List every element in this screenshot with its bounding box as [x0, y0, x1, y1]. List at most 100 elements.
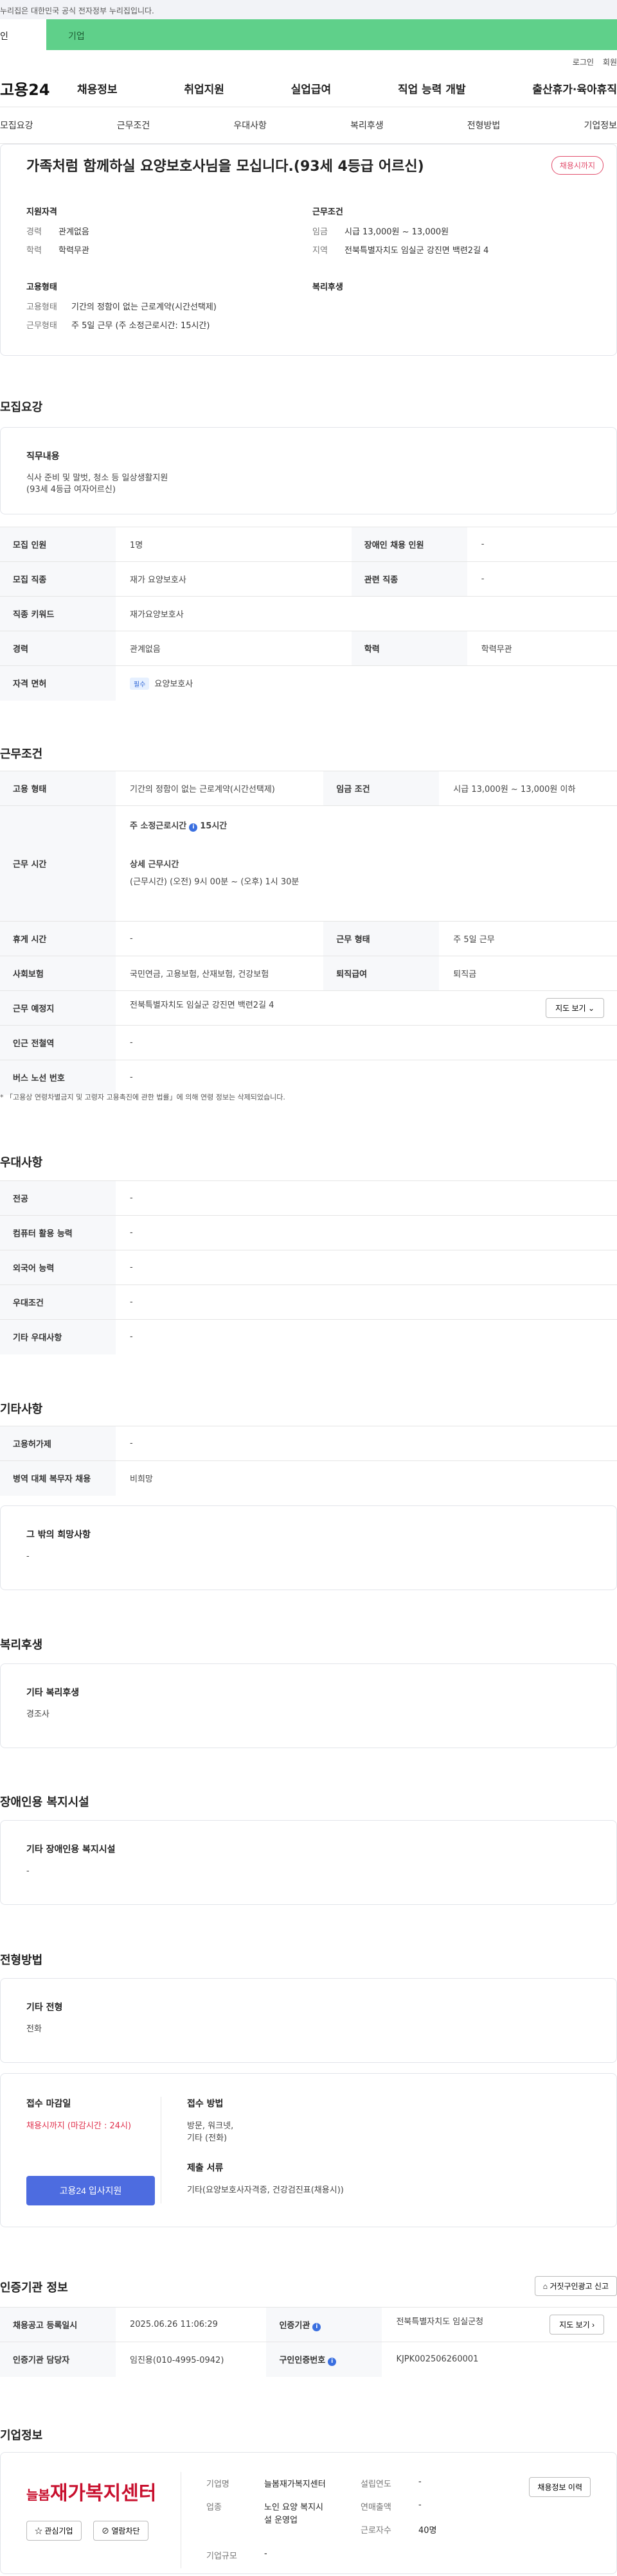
tab-company[interactable]: 기업 — [46, 19, 617, 50]
gov-notice: 누리집은 대한민국 공식 전자정부 누리집입니다. — [0, 6, 154, 15]
cell-value: 2025.06.26 11:06:29 — [116, 2307, 267, 2342]
subnav-process[interactable]: 전형방법 — [467, 119, 501, 132]
subnav-company[interactable]: 기업정보 — [584, 119, 617, 132]
apply-box: 접수 마감일 채용시까지 (마감시간 : 24시) 고용24 입사지원 접수 방… — [0, 2073, 617, 2227]
apply-button[interactable]: 고용24 입사지원 — [26, 2176, 155, 2205]
chevron-right-icon: › — [592, 2320, 595, 2329]
favorite-company-button[interactable]: ☆ 관심기업 — [26, 2521, 82, 2541]
agency-cell: 전북특별자치도 임실군청 지도 보기 › — [382, 2307, 617, 2342]
subnav-recruit[interactable]: 모집요강 — [0, 119, 33, 132]
cell-value: - — [116, 1060, 617, 1095]
job-history-button[interactable]: 채용정보 이력 — [529, 2477, 591, 2497]
cell-value: 퇴직금 — [439, 956, 617, 991]
cond-region-value: 전북특별자치도 임실군 강진면 백련2길 4 — [344, 246, 489, 256]
global-nav: 고용24 채용정보 취업지원 실업급여 직업 능력 개발 출산휴가·육아휴직 — [0, 69, 617, 107]
cert-key: 구인인증번호 — [279, 2355, 326, 2365]
cell-key: 휴게 시간 — [0, 921, 116, 956]
block-company-button[interactable]: ⊘ 열람차단 — [93, 2521, 148, 2541]
cell-key: 근무 형태 — [323, 921, 440, 956]
deadline-value: 채용시까지 (마감시간 : 24시) — [26, 2121, 132, 2131]
gnb-job-training[interactable]: 직업 능력 개발 — [398, 80, 466, 96]
age-note: * 「고용상 연령차별금지 및 고령자 고용촉진에 관한 법률」에 의해 연령 … — [0, 1093, 285, 1101]
info-icon[interactable]: i — [328, 2357, 337, 2366]
report-button[interactable]: ⌂ 거짓구인광고 신고 — [534, 2276, 617, 2296]
cell-value: - — [116, 1180, 617, 1216]
job-title: 가족처럼 함께하실 요양보호사님을 모십니다.(93세 4등급 어르신) — [26, 159, 424, 175]
cell-key: 관련 직종 — [351, 561, 467, 597]
favorite-label: 관심기업 — [44, 2527, 73, 2536]
docs-title: 제출 서류 — [187, 2163, 224, 2173]
work-type-key: 근무형태 — [26, 321, 57, 331]
gnb-unemployment-benefit[interactable]: 실업급여 — [291, 80, 332, 96]
gnb-jobs[interactable]: 채용정보 — [77, 80, 118, 96]
info-icon[interactable]: i — [312, 2322, 321, 2331]
sales-key: 연매출액 — [361, 2503, 391, 2512]
subnav-welfare[interactable]: 복리후생 — [350, 119, 384, 132]
map-button-label: 지도 보기 — [555, 1004, 586, 1013]
work-table: 고용 형태 기간의 정함이 없는 근로계약(시간선택제) 임금 조건 시급 13,00… — [0, 771, 617, 1095]
gnb-employment-support[interactable]: 취업지원 — [184, 80, 224, 96]
star-icon: ☆ — [35, 2527, 43, 2536]
agency-key-cell: 인증기관 i — [266, 2307, 382, 2342]
cell-key: 인근 전철역 — [0, 1025, 116, 1060]
subnav-pref[interactable]: 우대사항 — [233, 119, 267, 132]
company-logo: 늘봄재가복지센터 — [26, 2477, 156, 2505]
license-cell: 필수 요양보호사 — [116, 665, 617, 701]
cell-value: 주 5일 근무 — [439, 921, 617, 956]
cell-key: 고용 형태 — [0, 771, 116, 806]
work-type-value: 주 5일 근무 (주 소정근로시간: 15시간) — [71, 321, 210, 331]
chevron-down-icon: ⌄ — [587, 1004, 595, 1013]
method-title: 접수 방법 — [187, 2099, 224, 2109]
work-time-cell: 주 소정근로시간 i 15시간 상세 근무시간 (근무시간) (오전) 9시 00분… — [116, 805, 617, 922]
site-logo[interactable]: 고용24 — [0, 77, 71, 100]
cell-value: 재가 요양보호사 — [116, 561, 352, 597]
cell-key: 사회보험 — [0, 956, 116, 991]
job-description-box: 직무내용 식사 준비 및 말벗, 청소 등 일상생활지원 (93세 4등급 여자… — [0, 427, 617, 514]
qual-edu-key: 학력 — [26, 246, 42, 256]
industry-key: 업종 — [206, 2503, 222, 2512]
info-icon[interactable]: i — [189, 823, 198, 832]
qual-title: 지원자격 — [26, 207, 57, 217]
cert-table: 채용공고 등록일시 2025.06.26 11:06:29 인증기관 i 전북특별자치도… — [0, 2307, 617, 2377]
cell-value: 비희망 — [116, 1460, 617, 1496]
cell-key: 모집 인원 — [0, 527, 116, 562]
place-value: 전북특별자치도 임실군 강진면 백련2길 4 — [130, 1001, 274, 1010]
cell-value: - — [116, 1284, 617, 1320]
cond-region-key: 지역 — [312, 246, 328, 256]
time-detail-value: (근무시간) (오전) 9시 00분 ~ (오후) 1시 30분 — [130, 877, 300, 887]
block-label: 열람차단 — [111, 2527, 140, 2536]
cell-key: 병역 대체 복무자 채용 — [0, 1460, 116, 1496]
job-desc-line1: 식사 준비 및 말벗, 청소 등 일상생활지원 — [26, 473, 168, 483]
welfare-box-title: 기타 복리후생 — [26, 1688, 80, 1698]
cell-value: KJPK002506260001 — [382, 2342, 617, 2377]
cell-value: 시급 13,000원 ~ 13,000원 이하 — [439, 771, 617, 806]
license-value: 요양보호사 — [154, 679, 193, 689]
year-key: 설립연도 — [361, 2480, 391, 2489]
gnb-parental-leave[interactable]: 출산휴가·육아휴직 — [532, 80, 617, 96]
hope-title: 그 밖의 희망사항 — [26, 1530, 91, 1540]
join-link[interactable]: 회원 — [603, 58, 617, 67]
industry-line1: 노인 요양 복지시 — [264, 2503, 323, 2512]
map-button[interactable]: 지도 보기 ⌄ — [546, 998, 604, 1018]
cell-key: 퇴직급여 — [323, 956, 440, 991]
agency-map-button[interactable]: 지도 보기 › — [550, 2315, 604, 2335]
gnb-menu: 채용정보 취업지원 실업급여 직업 능력 개발 출산휴가·육아휴직 — [71, 80, 617, 96]
required-tag: 필수 — [130, 677, 150, 690]
method-line1: 방문, 워크넷, — [187, 2121, 234, 2131]
user-type-tabs: 인 기업 — [0, 19, 617, 50]
qual-edu-value: 학력무관 — [58, 246, 89, 256]
weekly-hours-value: 15시간 — [200, 821, 228, 831]
tab-personal[interactable]: 인 — [0, 19, 46, 50]
pref-table: 전공 - 컴퓨터 활용 능력 - 외국어 능력 - 우대조건 - 기타 우대사항 - — [0, 1180, 617, 1354]
login-link[interactable]: 로그인 — [573, 58, 594, 67]
cond-wage-value: 시급 13,000원 ~ 13,000원 — [344, 227, 449, 237]
cell-key: 장애인 채용 인원 — [351, 527, 467, 562]
pref-section-title: 우대사항 — [0, 1156, 43, 1170]
work-section-title: 근무조건 — [0, 748, 43, 761]
cell-value: 학력무관 — [467, 631, 617, 666]
job-summary-card: 가족처럼 함께하실 요양보호사님을 모십니다.(93세 4등급 어르신) 채용시… — [0, 144, 617, 356]
disabled-box: 기타 장애인용 복지시설 - — [0, 1820, 617, 1905]
subnav-work[interactable]: 근무조건 — [117, 119, 150, 132]
utility-links: 로그인 회원 — [0, 50, 617, 69]
cell-value: - — [116, 1025, 617, 1060]
